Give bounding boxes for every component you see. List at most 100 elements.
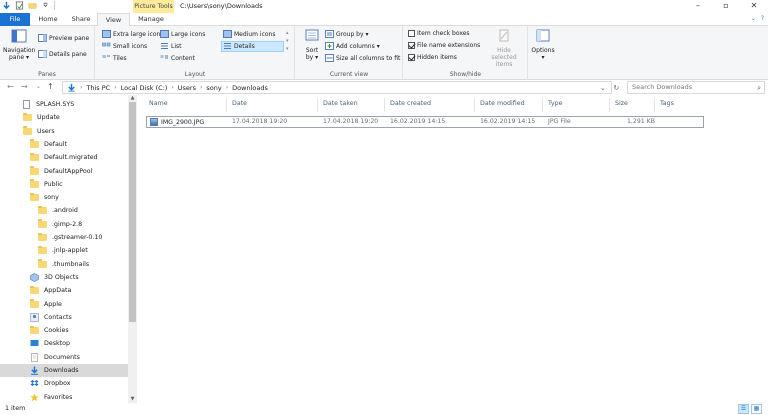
- column-separator[interactable]: [654, 98, 655, 112]
- sidebar-item-cookies[interactable]: Cookies: [0, 324, 128, 337]
- sidebar-item-favorites[interactable]: Favorites: [0, 391, 128, 403]
- tab-file[interactable]: File: [0, 13, 30, 26]
- sidebar-item-dropbox[interactable]: Dropbox: [0, 377, 128, 390]
- column-header-date-created[interactable]: Date created: [390, 100, 431, 110]
- tab-share[interactable]: Share: [66, 13, 96, 26]
- scroll-up-icon[interactable]: ▲: [128, 95, 137, 102]
- hide-selected-items-button[interactable]: Hide selected items: [484, 29, 524, 68]
- chevron-down-icon[interactable]: ⌄: [751, 15, 756, 22]
- content-button[interactable]: Content: [160, 54, 195, 62]
- refresh-icon[interactable]: ↻: [613, 84, 619, 92]
- hidden-items-toggle[interactable]: Hidden items: [408, 54, 457, 61]
- customize-dropdown-icon[interactable]: [41, 1, 50, 10]
- sidebar-item-sony[interactable]: sony: [0, 191, 128, 204]
- sidebar-item-users[interactable]: Users: [0, 125, 128, 138]
- preview-pane-button[interactable]: Preview pane: [38, 34, 89, 42]
- maximize-icon[interactable]: ▫: [712, 0, 740, 13]
- sidebar-item-defaultapppool[interactable]: DefaultAppPool: [0, 165, 128, 178]
- extra-large-icons-button[interactable]: Extra large icons: [102, 30, 163, 38]
- sidebar-item-appdata[interactable]: AppData: [0, 284, 128, 297]
- navigation-pane-button[interactable]: Navigation pane ▾: [3, 29, 35, 61]
- column-separator[interactable]: [474, 98, 475, 112]
- sidebar-item-label: sony: [44, 194, 59, 202]
- column-separator[interactable]: [609, 98, 610, 112]
- large-icons-button[interactable]: Large icons: [160, 30, 205, 38]
- column-separator[interactable]: [317, 98, 318, 112]
- large-icons-view-icon[interactable]: ▦: [751, 404, 762, 414]
- breadcrumb-users[interactable]: Users: [178, 84, 196, 92]
- tab-manage[interactable]: Manage: [132, 13, 170, 26]
- sidebar-item-3d-objects[interactable]: 3D Objects: [0, 271, 128, 284]
- breadcrumb-sony[interactable]: sony: [206, 84, 221, 92]
- layout-scroll-controls[interactable]: ▴ ▾ ▾: [286, 29, 289, 53]
- sidebar-item-apple[interactable]: Apple: [0, 298, 128, 311]
- address-bar[interactable]: › This PC › Local Disk (C:) › Users › so…: [62, 81, 612, 94]
- file-row[interactable]: IMG_2900.JPG 17.04.2018 19:20 17.04.2018…: [146, 116, 704, 128]
- new-folder-icon[interactable]: [28, 1, 37, 10]
- sidebar-item-downloads[interactable]: Downloads: [0, 364, 128, 377]
- sidebar-item-splash-sys[interactable]: SPLASH.SYS: [0, 98, 128, 111]
- details-view-icon[interactable]: ☰: [738, 404, 749, 414]
- help-icon[interactable]: ?: [761, 15, 764, 22]
- add-columns-button[interactable]: Add columns ▾: [325, 42, 380, 50]
- sidebar-item-default-migrated[interactable]: Default.migrated: [0, 151, 128, 164]
- medium-icons-button[interactable]: Medium icons: [223, 30, 275, 38]
- details-pane-button[interactable]: Details pane: [38, 50, 87, 58]
- sidebar-item-gimp-2-8[interactable]: .gimp-2.8: [0, 218, 128, 231]
- down-arrow-icon[interactable]: [2, 1, 11, 10]
- size-all-columns-button[interactable]: Size all columns to fit: [325, 54, 400, 62]
- item-check-boxes-checkbox[interactable]: [408, 30, 415, 37]
- hidden-items-checkbox[interactable]: [408, 54, 415, 61]
- column-header-date-taken[interactable]: Date taken: [323, 100, 358, 110]
- sidebar-item-public[interactable]: Public: [0, 178, 128, 191]
- navigation-scrollbar[interactable]: ▲ ▼: [128, 95, 137, 403]
- close-icon[interactable]: ✕: [740, 0, 768, 13]
- column-separator[interactable]: [226, 98, 227, 112]
- sidebar-item-desktop[interactable]: Desktop: [0, 337, 128, 350]
- list-button[interactable]: List: [160, 42, 182, 50]
- sidebar-item-android[interactable]: .android: [0, 204, 128, 217]
- scrollbar-thumb[interactable]: [129, 102, 136, 322]
- sort-by-button[interactable]: Sort by ▾: [300, 29, 324, 61]
- sidebar-item-update[interactable]: Update: [0, 111, 128, 124]
- sidebar-item-documents[interactable]: Documents: [0, 351, 128, 364]
- details-button[interactable]: Details: [223, 42, 255, 50]
- file-name-extensions-checkbox[interactable]: [408, 42, 415, 49]
- breadcrumb-this-pc[interactable]: This PC: [86, 84, 110, 92]
- file-name-extensions-toggle[interactable]: File name extensions: [408, 42, 480, 49]
- tab-view[interactable]: View: [97, 13, 130, 27]
- up-arrow-icon[interactable]: ↑: [47, 82, 54, 91]
- ribbon: Navigation pane ▾ Preview pane Details p…: [0, 26, 768, 80]
- scroll-down-icon[interactable]: ▼: [128, 396, 137, 403]
- sidebar-item-jnlp-applet[interactable]: .jnlp-applet: [0, 244, 128, 257]
- column-header-name[interactable]: Name: [149, 100, 168, 110]
- item-check-boxes-toggle[interactable]: Item check boxes: [408, 30, 470, 37]
- address-dropdown-icon[interactable]: ⌄: [600, 84, 606, 92]
- column-header-date-modified[interactable]: Date modified: [480, 100, 525, 110]
- forward-arrow-icon[interactable]: →: [21, 82, 28, 91]
- column-header-date[interactable]: Date: [232, 100, 247, 110]
- tiles-button[interactable]: Tiles: [102, 54, 127, 62]
- recent-locations-chevron-icon[interactable]: ⌄: [36, 83, 41, 90]
- sidebar-item-contacts[interactable]: Contacts: [0, 311, 128, 324]
- search-icon[interactable]: ⌕: [757, 83, 761, 94]
- column-header-type[interactable]: Type: [548, 100, 562, 110]
- search-input[interactable]: Search Downloads ⌕: [627, 81, 765, 94]
- properties-icon[interactable]: [15, 1, 24, 10]
- sidebar-item-gstreamer-0-10[interactable]: .gstreamer-0.10: [0, 231, 128, 244]
- sidebar-item-thumbnails[interactable]: .thumbnails: [0, 258, 128, 271]
- column-separator[interactable]: [542, 98, 543, 112]
- back-arrow-icon[interactable]: ←: [7, 82, 14, 91]
- group-by-button[interactable]: Group by ▾: [325, 30, 369, 38]
- options-button[interactable]: Options ▾: [530, 29, 556, 61]
- minimize-icon[interactable]: –: [684, 0, 712, 13]
- sidebar-item-default[interactable]: Default: [0, 138, 128, 151]
- file-name-cell[interactable]: IMG_2900.JPG: [150, 118, 204, 126]
- tab-home[interactable]: Home: [31, 13, 65, 26]
- column-separator[interactable]: [384, 98, 385, 112]
- breadcrumb-local-disk[interactable]: Local Disk (C:): [121, 84, 168, 92]
- breadcrumb-downloads[interactable]: Downloads: [232, 84, 268, 92]
- small-icons-button[interactable]: Small icons: [102, 42, 147, 50]
- column-header-tags[interactable]: Tags: [660, 100, 674, 110]
- column-header-size[interactable]: Size: [615, 100, 628, 110]
